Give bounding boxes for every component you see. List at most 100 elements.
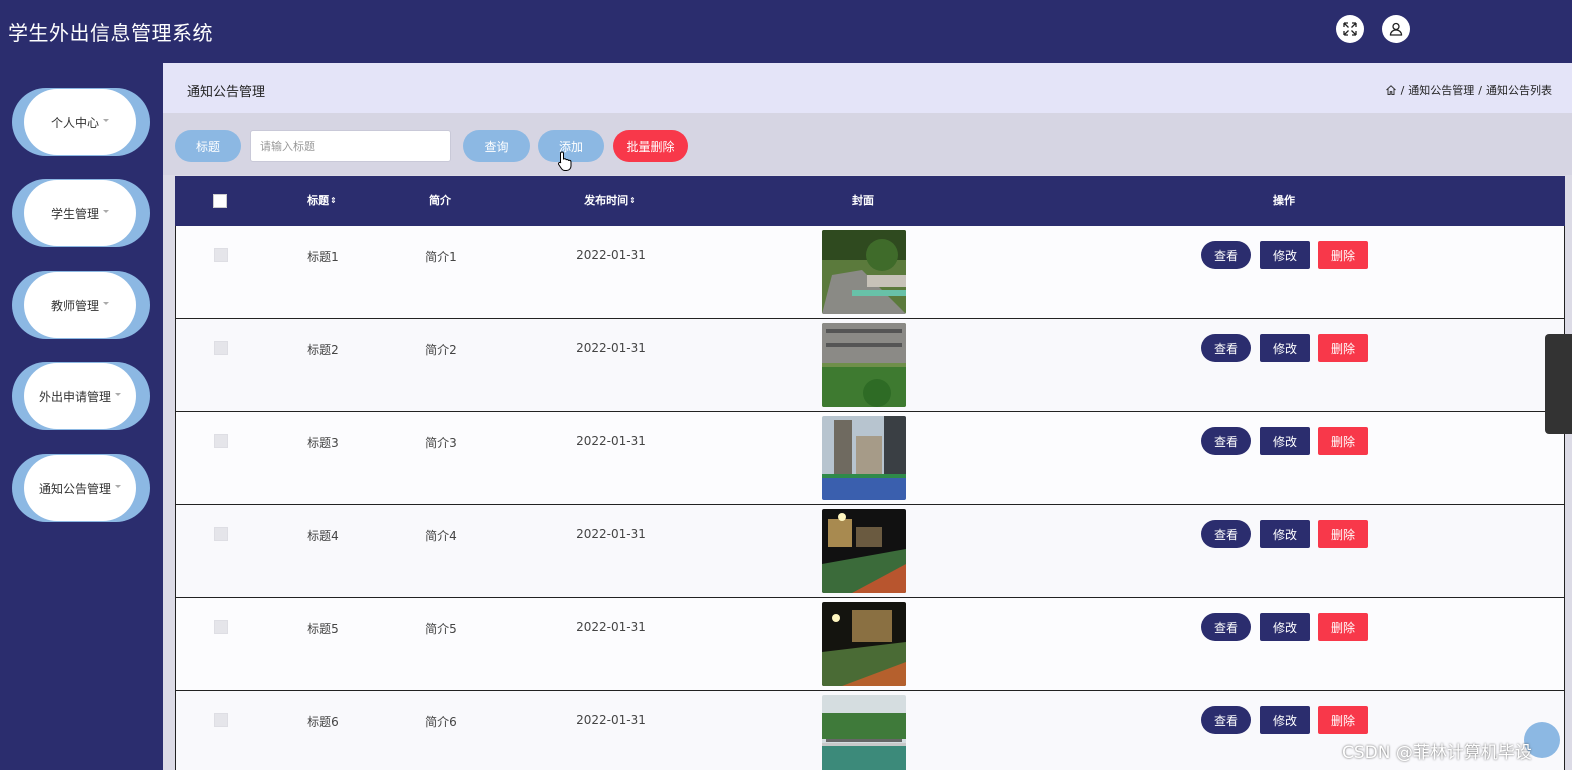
cover-image	[822, 323, 906, 407]
hand-cursor-icon	[557, 151, 572, 171]
table-row: 标题4 简介4 2022-01-31 查看 修改 删除	[175, 505, 1565, 598]
edit-button[interactable]: 修改	[1260, 706, 1310, 734]
sidebar-item-teacher-management[interactable]: 教师管理	[12, 271, 150, 339]
sidebar-item-label: 外出申请管理	[38, 389, 111, 404]
sidebar: 个人中心 学生管理 教师管理 外出申请管理 通知公告管理	[0, 63, 163, 770]
app-title: 学生外出信息管理系统	[8, 21, 213, 45]
sidebar-item-personal-center[interactable]: 个人中心	[12, 88, 150, 156]
cell-publish-time: 2022-01-31	[576, 527, 646, 541]
cell-intro: 简介5	[425, 622, 457, 636]
cell-publish-time: 2022-01-31	[576, 248, 646, 262]
row-checkbox[interactable]	[214, 713, 228, 727]
delete-button[interactable]: 删除	[1318, 613, 1368, 641]
cell-title: 标题5	[307, 622, 339, 636]
delete-button[interactable]: 删除	[1318, 706, 1368, 734]
cell-title: 标题1	[307, 250, 339, 264]
main-content: 通知公告管理 / 通知公告管理 / 通知公告列表 标题 查询 添加 批量删除 标…	[163, 63, 1572, 770]
delete-button[interactable]: 删除	[1318, 520, 1368, 548]
column-header-cover: 封面	[852, 194, 874, 207]
cell-intro: 简介4	[425, 529, 457, 543]
cell-intro: 简介6	[425, 715, 457, 729]
select-all-checkbox[interactable]	[213, 194, 227, 208]
sidebar-item-student-management[interactable]: 学生管理	[12, 179, 150, 247]
row-checkbox[interactable]	[214, 248, 228, 262]
query-button[interactable]: 查询	[463, 130, 530, 162]
title-search-input[interactable]	[250, 130, 451, 162]
breadcrumb-separator: /	[1400, 83, 1405, 97]
edit-button[interactable]: 修改	[1260, 334, 1310, 362]
sidebar-item-notice-management[interactable]: 通知公告管理	[12, 454, 150, 522]
delete-button[interactable]: 删除	[1318, 241, 1368, 269]
top-header: 学生外出信息管理系统	[0, 0, 1572, 63]
sidebar-item-outing-application[interactable]: 外出申请管理	[12, 362, 150, 430]
sidebar-item-label: 学生管理	[50, 206, 99, 221]
table-row: 标题5 简介5 2022-01-31 查看 修改 删除	[175, 598, 1565, 691]
row-checkbox[interactable]	[214, 434, 228, 448]
view-button[interactable]: 查看	[1201, 613, 1251, 641]
edit-button[interactable]: 修改	[1260, 520, 1310, 548]
column-header-publish-time[interactable]: 发布时间⇕	[584, 176, 636, 226]
chevron-down-icon	[115, 392, 121, 396]
chevron-down-icon	[103, 118, 109, 122]
table-row: 标题2 简介2 2022-01-31 查看 修改 删除	[175, 319, 1565, 412]
cell-title: 标题6	[307, 715, 339, 729]
user-icon[interactable]	[1382, 15, 1410, 43]
breadcrumb-separator: /	[1478, 83, 1482, 97]
view-button[interactable]: 查看	[1201, 706, 1251, 734]
edit-button[interactable]: 修改	[1260, 241, 1310, 269]
batch-delete-button[interactable]: 批量删除	[613, 130, 688, 162]
column-header-title[interactable]: 标题⇕	[307, 176, 337, 226]
table-row: 标题1 简介1 2022-01-31 查看 修改 删除	[175, 226, 1565, 319]
home-icon[interactable]	[1385, 84, 1397, 96]
chevron-down-icon	[103, 301, 109, 305]
cover-image	[822, 695, 906, 770]
search-toolbar: 标题 查询 添加 批量删除	[163, 113, 1572, 175]
cell-intro: 简介1	[425, 250, 457, 264]
view-button[interactable]: 查看	[1201, 427, 1251, 455]
cell-publish-time: 2022-01-31	[576, 341, 646, 355]
cell-publish-time: 2022-01-31	[576, 713, 646, 727]
breadcrumb-level1[interactable]: 通知公告管理	[1408, 82, 1474, 98]
breadcrumb: / 通知公告管理 / 通知公告列表	[1385, 82, 1552, 98]
chevron-down-icon	[115, 484, 121, 488]
delete-button[interactable]: 删除	[1318, 334, 1368, 362]
sidebar-item-label: 个人中心	[50, 115, 99, 130]
cell-publish-time: 2022-01-31	[576, 620, 646, 634]
sort-icon[interactable]: ⇕	[629, 176, 636, 226]
sidebar-item-label: 通知公告管理	[38, 481, 111, 496]
view-button[interactable]: 查看	[1201, 334, 1251, 362]
watermark: CSDN @菲林计算机毕设	[1342, 743, 1532, 763]
table-header: 标题⇕ 简介 发布时间⇕ 封面 操作	[175, 176, 1565, 226]
fullscreen-icon[interactable]	[1336, 15, 1364, 43]
page-title: 通知公告管理	[187, 85, 266, 100]
delete-button[interactable]: 删除	[1318, 427, 1368, 455]
row-checkbox[interactable]	[214, 527, 228, 541]
sidebar-item-label: 教师管理	[50, 298, 99, 313]
column-header-intro: 简介	[429, 194, 451, 207]
title-field-label: 标题	[175, 130, 241, 162]
row-checkbox[interactable]	[214, 341, 228, 355]
cell-intro: 简介3	[425, 436, 457, 450]
cover-image	[822, 509, 906, 593]
cover-image	[822, 230, 906, 314]
cell-publish-time: 2022-01-31	[576, 434, 646, 448]
view-button[interactable]: 查看	[1201, 241, 1251, 269]
table-body: 标题1 简介1 2022-01-31 查看 修改 删除 标题2 简介2 2022…	[175, 226, 1565, 770]
row-checkbox[interactable]	[214, 620, 228, 634]
view-button[interactable]: 查看	[1201, 520, 1251, 548]
table-row: 标题3 简介3 2022-01-31 查看 修改 删除	[175, 412, 1565, 505]
sort-icon[interactable]: ⇕	[330, 176, 337, 226]
edit-button[interactable]: 修改	[1260, 427, 1310, 455]
column-header-actions: 操作	[1273, 194, 1295, 207]
cell-intro: 简介2	[425, 343, 457, 357]
edit-button[interactable]: 修改	[1260, 613, 1310, 641]
chevron-down-icon	[103, 209, 109, 213]
breadcrumb-bar: 通知公告管理 / 通知公告管理 / 通知公告列表	[163, 63, 1572, 113]
cover-image	[822, 416, 906, 500]
cover-image	[822, 602, 906, 686]
cell-title: 标题4	[307, 529, 339, 543]
breadcrumb-level2: 通知公告列表	[1486, 84, 1552, 97]
side-drawer-handle[interactable]	[1545, 334, 1572, 434]
cell-title: 标题3	[307, 436, 339, 450]
notice-table: 标题⇕ 简介 发布时间⇕ 封面 操作 标题1 简介1 2022-01-31 查看…	[175, 176, 1565, 770]
